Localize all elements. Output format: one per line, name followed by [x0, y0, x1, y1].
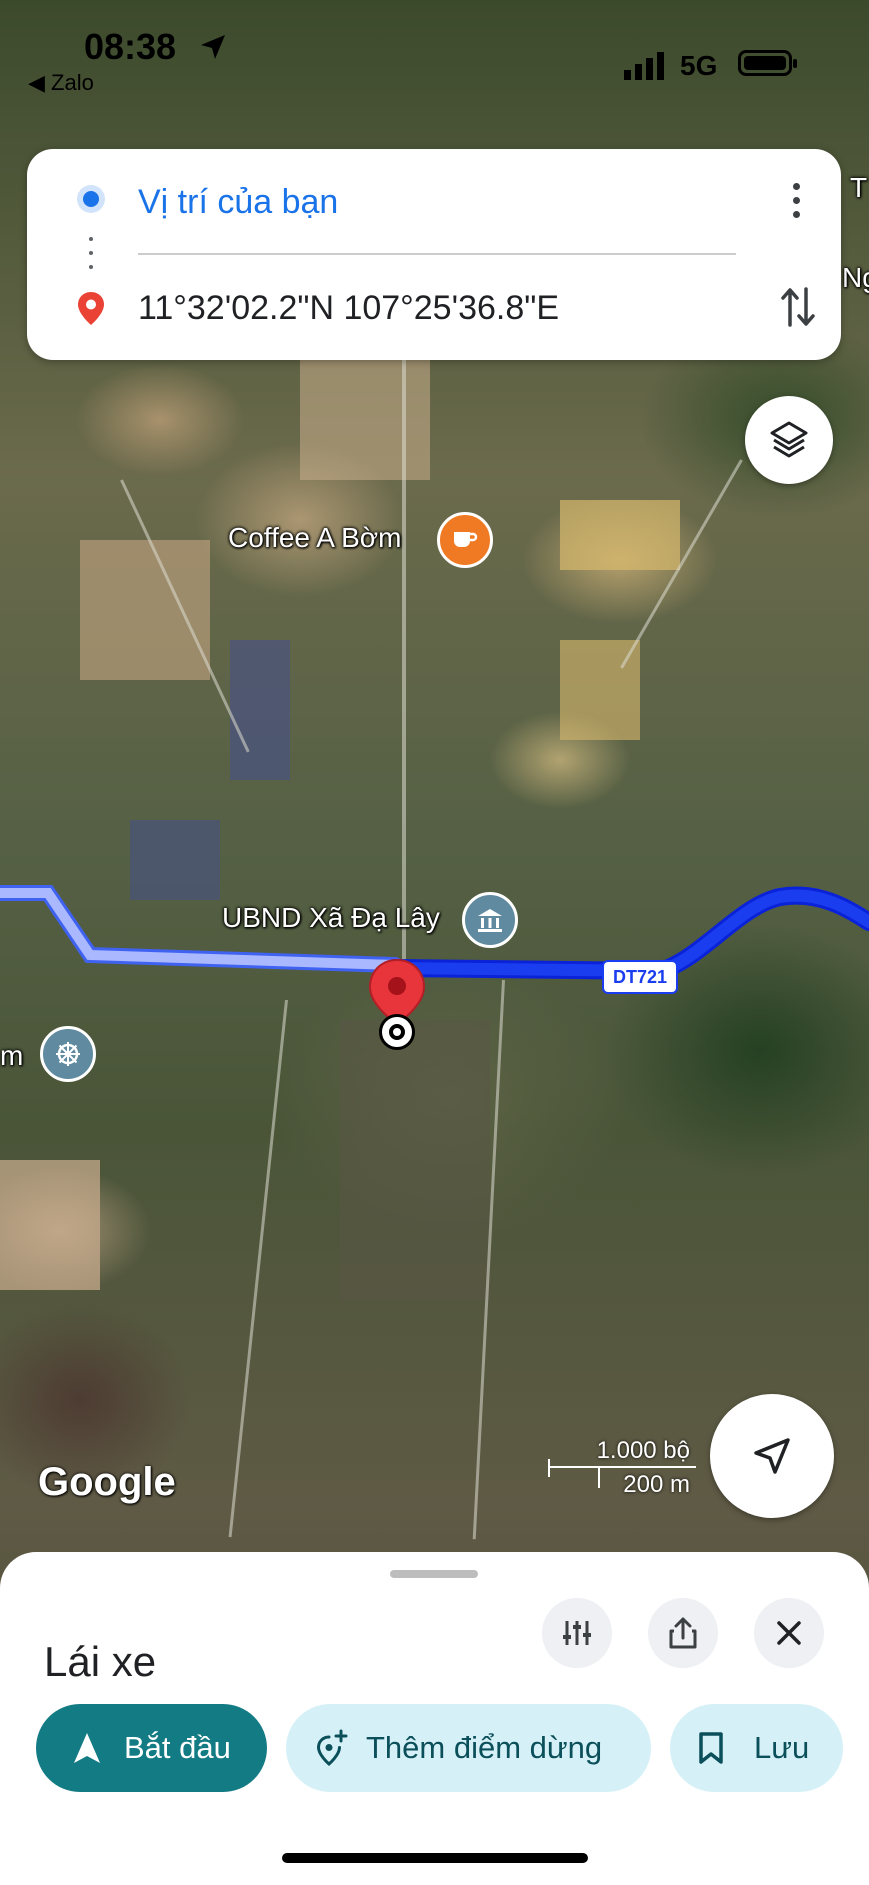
start-button[interactable]: Bắt đầu — [36, 1704, 267, 1792]
location-dot-icon — [379, 1014, 415, 1050]
scale-top-label: 1.000 bộ — [596, 1437, 690, 1464]
start-button-label: Bắt đầu — [124, 1730, 231, 1765]
add-stop-button[interactable]: Thêm điểm dừng — [286, 1704, 651, 1792]
add-location-icon — [316, 1729, 348, 1766]
government-building-icon[interactable] — [462, 892, 518, 948]
network-type: 5G — [680, 50, 718, 81]
save-label: Lưu — [754, 1730, 810, 1765]
bookmark-icon — [699, 1732, 723, 1764]
poi-ubnd-label[interactable]: UBND Xã Đạ Lây — [222, 902, 440, 934]
signal-icon — [624, 52, 664, 80]
more-options-icon[interactable] — [786, 183, 806, 223]
google-logo: Google — [38, 1460, 176, 1504]
directions-card: Vị trí của bạn 11°32'02.2"N 107°25'36.8"… — [27, 149, 841, 360]
road-shield: DT721 — [602, 960, 678, 994]
sheet-drag-handle[interactable] — [390, 1570, 478, 1578]
share-button[interactable] — [648, 1598, 718, 1668]
origin-field[interactable]: Vị trí của bạn — [138, 183, 338, 222]
travel-mode-title: Lái xe — [44, 1638, 157, 1685]
swap-direction-icon[interactable] — [780, 285, 816, 329]
navigation-arrow-icon — [754, 1438, 790, 1474]
share-icon — [669, 1617, 697, 1649]
close-icon — [777, 1621, 801, 1645]
battery-icon — [738, 50, 797, 76]
location-arrow-icon — [201, 35, 225, 59]
poi-right-edge-label-2: Ng — [842, 262, 869, 293]
recenter-button[interactable] — [710, 1394, 834, 1518]
status-time: 08:38 — [84, 26, 177, 67]
layers-button[interactable] — [745, 396, 833, 484]
wheel-icon[interactable] — [40, 1026, 96, 1082]
layers-icon — [770, 421, 808, 458]
tune-icon — [563, 1621, 591, 1645]
directions-bottom-sheet: Lái xe Bắt đầu Thêm điểm dừng Lưu — [0, 1552, 869, 1885]
destination-field[interactable]: 11°32'02.2"N 107°25'36.8"E — [138, 289, 559, 328]
destination-marker-icon — [78, 292, 104, 325]
close-button[interactable] — [754, 1598, 824, 1668]
origin-dot-icon — [77, 185, 105, 213]
status-bar: 08:38 ◀ Zalo 5G — [0, 0, 869, 100]
home-indicator[interactable] — [282, 1853, 588, 1863]
scale-bar: 1.000 bộ 200 m — [548, 1437, 696, 1498]
save-button[interactable]: Lưu — [670, 1704, 843, 1792]
poi-coffee-label[interactable]: Coffee A Bờm — [228, 522, 402, 554]
field-divider — [138, 253, 736, 255]
back-to-app-link[interactable]: ◀ Zalo — [28, 70, 94, 96]
route-dots-icon — [89, 237, 93, 273]
poi-right-edge-label-1: T — [850, 172, 868, 203]
add-stop-label: Thêm điểm dừng — [366, 1730, 603, 1765]
poi-left-edge-label: m — [0, 1040, 24, 1071]
scale-bottom-label: 200 m — [623, 1471, 690, 1498]
navigation-start-icon — [74, 1733, 100, 1763]
coffee-icon[interactable] — [437, 512, 493, 568]
route-options-button[interactable] — [542, 1598, 612, 1668]
